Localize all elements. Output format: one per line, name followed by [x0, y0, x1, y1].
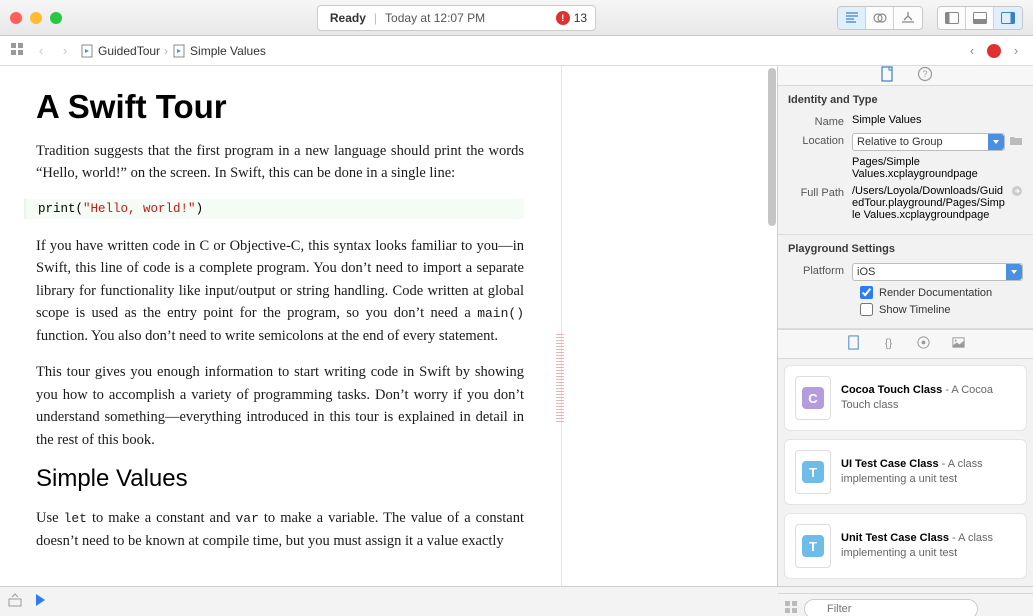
standard-editor-button[interactable] [838, 7, 866, 29]
library-tabs: {} [778, 329, 1033, 359]
grid-view-button[interactable] [784, 600, 798, 616]
full-path-value: /Users/Loyola/Downloads/GuidedTour.playg… [852, 185, 1007, 221]
quick-help-tab[interactable]: ? [917, 66, 933, 85]
toggle-debug-button[interactable] [966, 7, 994, 29]
toolbar: Ready | Today at 12:07 PM ! 13 [0, 0, 1033, 36]
error-icon: ! [556, 11, 570, 25]
name-value: Simple Values [852, 114, 1023, 126]
editor-mode-group [837, 6, 923, 30]
page-icon [172, 44, 186, 58]
location-select[interactable]: Relative to Group [852, 133, 1005, 151]
toggle-utilities-button[interactable] [994, 7, 1022, 29]
file-template-tab[interactable] [846, 335, 861, 353]
svg-text:?: ? [922, 69, 927, 79]
close-window-button[interactable] [10, 12, 22, 24]
library-item[interactable]: T UI Test Case Class - A class implement… [784, 439, 1027, 505]
forward-button[interactable]: › [56, 43, 74, 58]
toggle-debug-area-button[interactable] [8, 593, 22, 610]
reveal-arrow-icon[interactable] [1011, 185, 1023, 200]
panel-toggle-group [937, 6, 1023, 30]
inspector-panel: ? Identity and Type Name Simple Values L… [777, 66, 1033, 586]
platform-select[interactable]: iOS [852, 263, 1023, 281]
breadcrumb[interactable]: GuidedTour › Simple Values [80, 44, 266, 58]
code-block[interactable]: print("Hello, world!") [24, 199, 524, 219]
section-heading: Simple Values [36, 465, 524, 493]
run-button[interactable] [32, 592, 48, 611]
file-inspector-tab[interactable] [879, 66, 895, 85]
activity-status: Ready | Today at 12:07 PM ! 13 [317, 5, 596, 31]
status-label: Ready [330, 11, 366, 25]
template-icon: T [795, 524, 831, 568]
jump-bar: ‹ › GuidedTour › Simple Values ‹ › [0, 36, 1033, 66]
next-issue-button[interactable]: › [1007, 43, 1025, 58]
issue-count[interactable]: ! 13 [556, 11, 587, 25]
paragraph-3: This tour gives you enough information t… [36, 361, 524, 451]
object-tab[interactable] [916, 335, 931, 353]
version-editor-button[interactable] [894, 7, 922, 29]
intro-paragraph: Tradition suggests that the first progra… [36, 140, 524, 185]
editor-pane: A Swift Tour Tradition suggests that the… [0, 66, 777, 586]
back-button[interactable]: ‹ [32, 43, 50, 58]
template-icon: T [795, 450, 831, 494]
results-gutter [561, 66, 777, 586]
playground-icon [80, 44, 94, 58]
scrollbar[interactable] [768, 68, 776, 226]
template-icon: C [795, 376, 831, 420]
code-snippet-tab[interactable]: {} [881, 335, 896, 353]
library-item[interactable]: C Cocoa Touch Class - A Cocoa Touch clas… [784, 365, 1027, 431]
page-title: A Swift Tour [36, 88, 524, 126]
minimize-window-button[interactable] [30, 12, 42, 24]
media-tab[interactable] [951, 335, 966, 353]
status-time: Today at 12:07 PM [385, 11, 485, 25]
render-documentation-checkbox[interactable]: Render Documentation [860, 286, 1023, 299]
toggle-navigator-button[interactable] [938, 7, 966, 29]
inspector-tabs: ? [778, 66, 1033, 86]
window-controls [10, 12, 62, 24]
playground-settings-section: Playground Settings Platform iOS Render … [778, 235, 1033, 329]
identity-section: Identity and Type Name Simple Values Loc… [778, 86, 1033, 235]
library-footer [778, 593, 1033, 616]
library-item[interactable]: T Unit Test Case Class - A class impleme… [784, 513, 1027, 579]
related-items-button[interactable] [8, 42, 26, 59]
show-timeline-checkbox[interactable]: Show Timeline [860, 303, 1023, 316]
paragraph-4: Use let to make a constant and var to ma… [36, 507, 524, 552]
assistant-editor-button[interactable] [866, 7, 894, 29]
filter-input[interactable] [804, 599, 978, 616]
error-indicator-icon[interactable] [987, 44, 1001, 58]
prev-issue-button[interactable]: ‹ [963, 43, 981, 58]
svg-text:{}: {} [884, 337, 892, 349]
paragraph-2: If you have written code in C or Objecti… [36, 235, 524, 347]
library-list: C Cocoa Touch Class - A Cocoa Touch clas… [778, 359, 1033, 593]
zoom-window-button[interactable] [50, 12, 62, 24]
location-path: Pages/Simple Values.xcplaygroundpage [852, 156, 1023, 180]
folder-icon[interactable] [1009, 133, 1023, 150]
